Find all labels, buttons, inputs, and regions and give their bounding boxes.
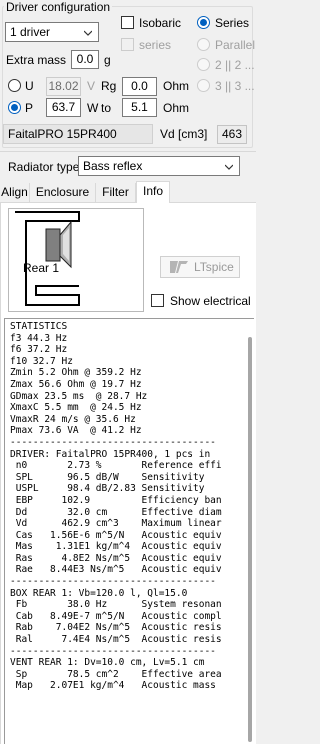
radiator-type-label: Radiator type <box>8 160 80 174</box>
u-unit: V <box>87 79 96 93</box>
rg-label: Rg <box>101 79 117 93</box>
u-input[interactable]: 18.02 <box>46 77 81 96</box>
tab-align[interactable]: Align <box>0 183 30 203</box>
u-radio[interactable] <box>8 79 21 92</box>
driver-count-select[interactable]: 1 driver <box>5 22 99 42</box>
parallel-3-label: 3 || 3 ... <box>215 79 255 93</box>
series-radio[interactable] <box>197 16 210 29</box>
isobaric-checkbox[interactable] <box>121 16 134 29</box>
statistics-output[interactable]: STATISTICS f3 44.3 Hz f6 37.2 Hz f10 32.… <box>4 318 254 744</box>
tab-bar: Align Enclosure Filter Info <box>0 181 256 204</box>
radiator-type-value: Bass reflex <box>83 159 143 173</box>
p-label: P <box>25 101 34 115</box>
isobaric-label: Isobaric <box>139 16 182 30</box>
parallel-2-label: 2 || 2 ... <box>215 58 255 72</box>
p-radio[interactable] <box>8 101 21 114</box>
series-label: Series <box>215 16 250 30</box>
extra-mass-label: Extra mass <box>6 53 67 67</box>
p-unit: W <box>87 101 99 115</box>
parallel-label: Parallel <box>215 38 256 52</box>
radiator-type-select[interactable]: Bass reflex <box>78 156 240 176</box>
ltspice-button[interactable]: LTspice <box>160 256 240 278</box>
show-electrical-label: Show electrical <box>170 294 251 308</box>
series-small-checkbox[interactable] <box>121 38 134 51</box>
extra-mass-unit: g <box>104 53 111 67</box>
driver-name-field: FaitalPRO 15PR400 <box>3 124 153 144</box>
tab-info[interactable]: Info <box>136 181 170 204</box>
enclosure-diagram: Rear 1 <box>8 208 144 312</box>
parallel-3-radio[interactable] <box>197 79 210 92</box>
driver-configuration-title: Driver configuration <box>4 0 113 14</box>
series-small-label: series <box>139 38 172 52</box>
vd-label: Vd [cm3] <box>160 127 208 141</box>
p-input[interactable]: 63.7 <box>46 98 81 117</box>
tab-enclosure[interactable]: Enclosure <box>30 183 96 203</box>
extra-mass-input[interactable]: 0.0 <box>71 50 99 69</box>
parallel-2-radio[interactable] <box>197 58 210 71</box>
to-input[interactable]: 5.1 <box>122 98 157 117</box>
ltspice-label: LTspice <box>194 260 234 274</box>
tab-filter[interactable]: Filter <box>96 183 136 203</box>
rg-unit: Ohm <box>163 79 190 93</box>
chevron-down-icon <box>225 163 233 171</box>
to-unit: Ohm <box>163 101 190 115</box>
enclosure-label: Rear 1 <box>23 261 60 275</box>
u-label: U <box>25 79 34 93</box>
ltspice-icon <box>167 260 189 280</box>
output-scrollbar[interactable] <box>248 337 252 742</box>
to-label: to <box>101 101 112 115</box>
show-electrical-checkbox[interactable] <box>151 294 164 307</box>
enclosure-diagram-graphic <box>15 211 80 306</box>
driver-count-value: 1 driver <box>10 25 51 39</box>
divider <box>0 151 256 152</box>
parallel-radio[interactable] <box>197 38 210 51</box>
vd-value-field: 463 <box>217 125 247 144</box>
chevron-down-icon <box>84 29 92 37</box>
rg-input[interactable]: 0.0 <box>122 77 157 96</box>
statistics-text: STATISTICS f3 44.3 Hz f6 37.2 Hz f10 32.… <box>10 321 222 692</box>
